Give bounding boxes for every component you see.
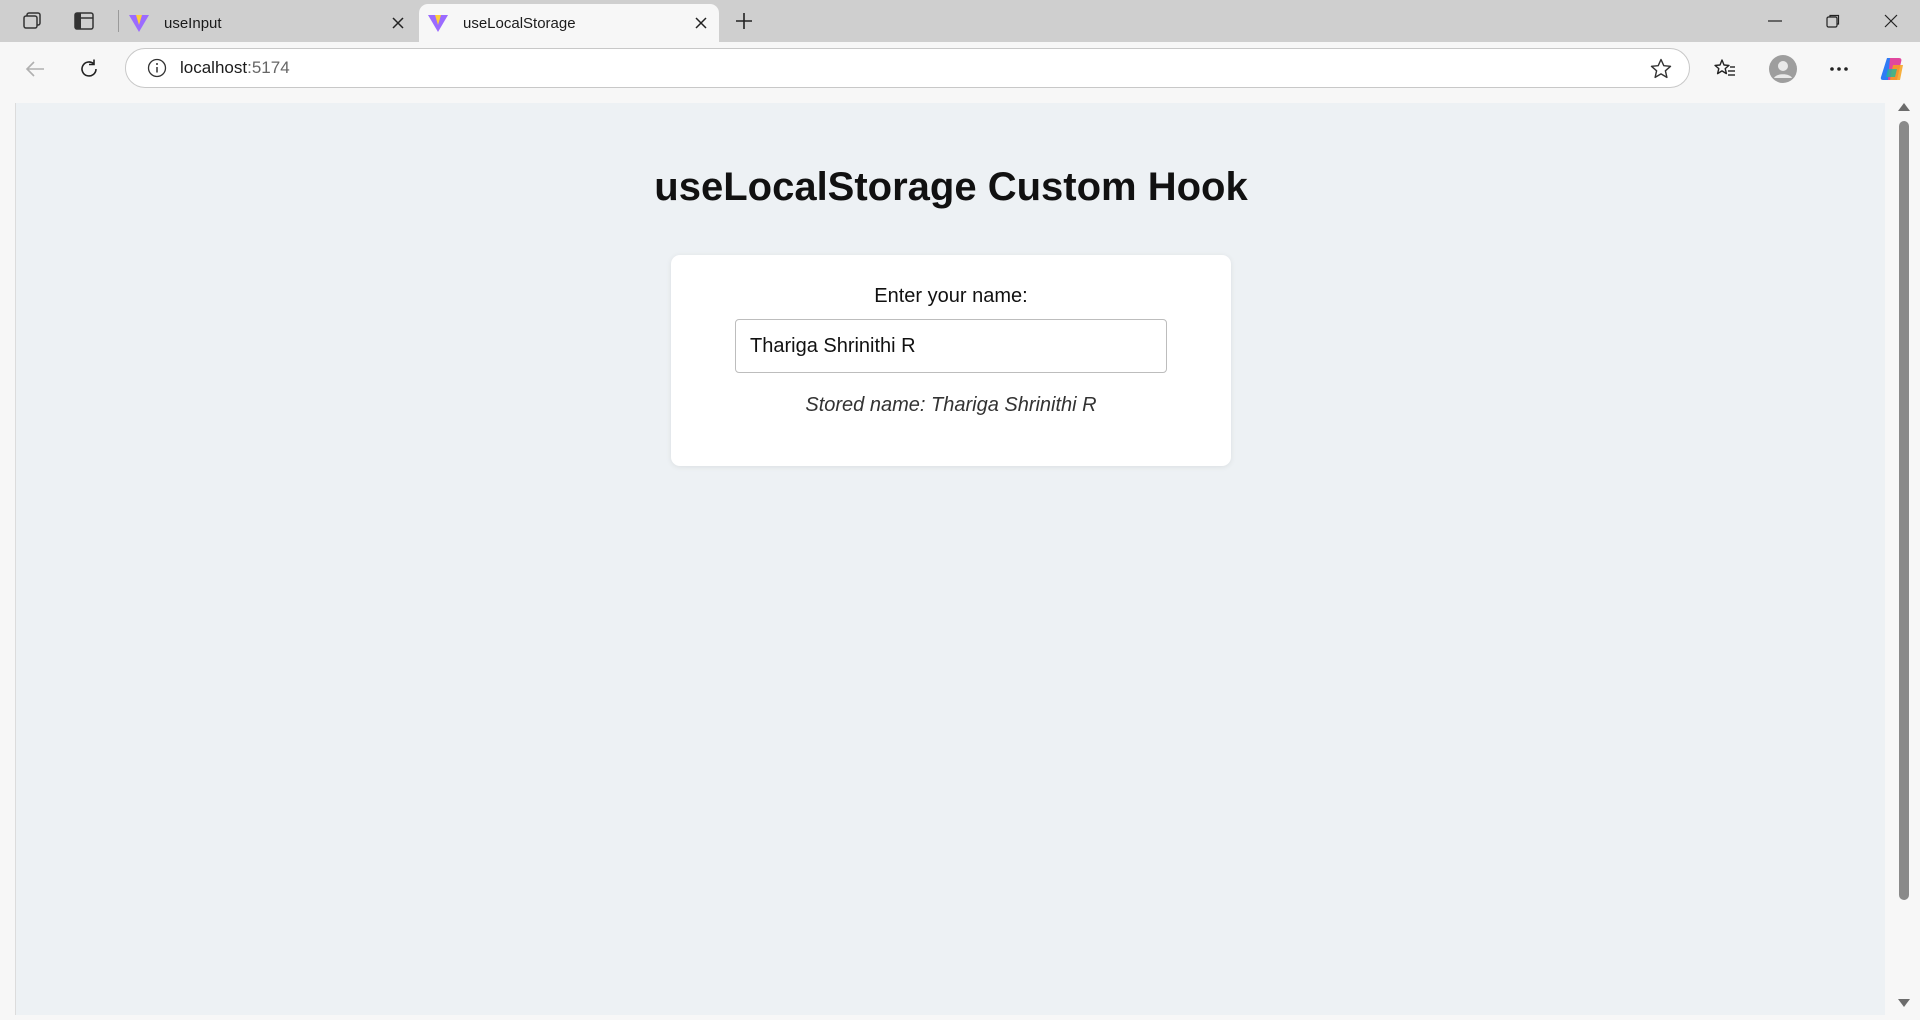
name-label: Enter your name:: [874, 285, 1028, 307]
minimize-icon[interactable]: [1748, 0, 1802, 42]
name-card: Enter your name: Stored name: Thariga Sh…: [671, 255, 1231, 466]
restore-icon[interactable]: [1806, 0, 1860, 42]
close-icon[interactable]: [687, 9, 715, 37]
scroll-up-arrow-icon[interactable]: [1898, 103, 1910, 111]
tab-uselocalstorage[interactable]: useLocalStorage: [419, 4, 719, 42]
more-icon[interactable]: [1822, 52, 1856, 86]
tab-title: useLocalStorage: [463, 14, 576, 32]
address-url: localhost:5174: [180, 58, 290, 78]
window-close-icon[interactable]: [1864, 0, 1918, 42]
tab-title: useInput: [164, 14, 222, 32]
vite-favicon-icon: [428, 15, 448, 32]
address-bar[interactable]: localhost:5174: [125, 48, 1690, 88]
vite-favicon-icon: [129, 15, 149, 32]
address-host: localhost: [180, 58, 248, 77]
star-icon[interactable]: [1649, 57, 1673, 81]
tab-useinput[interactable]: useInput: [120, 4, 416, 42]
copilot-icon[interactable]: [1876, 52, 1910, 86]
scrollbar[interactable]: [1893, 97, 1915, 1015]
address-port: :5174: [247, 58, 290, 77]
tab-separator: [118, 10, 119, 32]
tab-strip: useInput useLocalStorage: [0, 0, 1920, 42]
workspaces-icon[interactable]: [18, 8, 46, 34]
tab-actions-icon[interactable]: [70, 8, 98, 34]
scroll-down-arrow-icon[interactable]: [1898, 999, 1910, 1007]
close-icon[interactable]: [384, 9, 412, 37]
info-icon[interactable]: [146, 57, 168, 79]
plus-icon[interactable]: [730, 7, 758, 35]
page-viewport: [15, 103, 1885, 1015]
back-icon[interactable]: [18, 52, 52, 86]
favorites-icon[interactable]: [1708, 52, 1742, 86]
browser-toolbar: localhost:5174: [0, 42, 1920, 94]
page-title: useLocalStorage Custom Hook: [654, 165, 1248, 209]
refresh-icon[interactable]: [72, 52, 106, 86]
profile-icon[interactable]: [1766, 52, 1800, 86]
stored-name-text: Stored name: Thariga Shrinithi R: [805, 394, 1097, 416]
name-input[interactable]: [735, 319, 1167, 373]
scrollbar-thumb[interactable]: [1899, 121, 1909, 900]
